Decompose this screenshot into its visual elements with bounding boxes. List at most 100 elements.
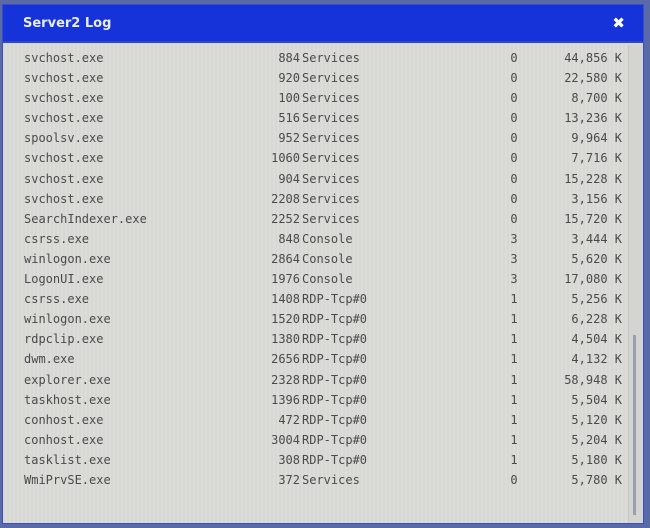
process-pid: 1408: [271, 292, 300, 307]
memory-usage: 13,236 K: [564, 111, 622, 126]
process-pid: 372: [278, 472, 300, 487]
session-name: RDP-Tcp#0: [302, 332, 368, 347]
memory-usage: 3,156 K: [571, 191, 622, 206]
memory-usage: 15,228 K: [564, 171, 622, 186]
process-pid: 904: [278, 171, 300, 186]
session-number: 0: [510, 111, 518, 126]
memory-usage: 3,444 K: [571, 231, 622, 246]
process-pid: 3004: [271, 432, 300, 447]
memory-usage: 5,256 K: [571, 292, 622, 307]
memory-usage: 9,964 K: [571, 131, 622, 146]
session-number: 1: [510, 392, 518, 407]
process-name: rdpclip.exe: [24, 332, 104, 347]
process-name: winlogon.exe: [24, 312, 111, 327]
session-number: 0: [510, 51, 518, 65]
process-name: svchost.exe: [24, 111, 104, 126]
session-number: 0: [510, 211, 518, 226]
memory-usage: 15,720 K: [564, 211, 622, 226]
session-name: RDP-Tcp#0: [302, 452, 368, 467]
session-number: 1: [510, 312, 518, 327]
session-name: Console: [302, 272, 353, 287]
session-number: 1: [510, 292, 518, 307]
session-name: RDP-Tcp#0: [302, 392, 368, 407]
process-pid: 952: [278, 131, 300, 146]
session-name: Services: [302, 171, 360, 186]
scrollbar-thumb[interactable]: [633, 335, 636, 515]
process-name: svchost.exe: [24, 71, 104, 86]
session-name: Services: [302, 111, 360, 126]
session-name: RDP-Tcp#0: [302, 292, 368, 307]
process-pid: 2328: [271, 372, 300, 387]
session-number: 0: [510, 151, 518, 166]
session-number: 1: [510, 332, 518, 347]
session-number: 3: [510, 231, 518, 246]
session-name: Services: [302, 51, 360, 65]
process-name: explorer.exe: [24, 372, 111, 387]
session-name: Services: [302, 71, 360, 86]
process-name: svchost.exe: [24, 151, 104, 166]
process-name: svchost.exe: [24, 91, 104, 106]
process-pid: 2252: [271, 211, 300, 226]
memory-usage: 5,204 K: [571, 432, 622, 447]
memory-usage: 5,780 K: [571, 472, 622, 487]
process-name: tasklist.exe: [24, 452, 111, 467]
log-window: Server2 Log ✖ svchost.exe 884 Services 0 44,…: [2, 4, 644, 524]
session-number: 3: [510, 251, 518, 266]
process-name: LogonUI.exe: [24, 272, 104, 287]
session-name: Services: [302, 211, 360, 226]
memory-usage: 58,948 K: [564, 372, 622, 387]
memory-usage: 4,504 K: [571, 332, 622, 347]
session-name: Services: [302, 151, 360, 166]
process-name: WmiPrvSE.exe: [24, 472, 111, 487]
session-number: 0: [510, 131, 518, 146]
process-name: taskhost.exe: [24, 392, 111, 407]
process-pid: 1380: [271, 332, 300, 347]
memory-usage: 5,620 K: [571, 251, 622, 266]
process-name: dwm.exe: [24, 352, 75, 367]
session-number: 0: [510, 171, 518, 186]
process-pid: 100: [278, 91, 300, 106]
title-bar[interactable]: Server2 Log ✖: [3, 5, 643, 43]
memory-usage: 5,120 K: [571, 412, 622, 427]
process-pid: 2656: [271, 352, 300, 367]
process-name: conhost.exe: [24, 432, 104, 447]
process-pid: 1396: [271, 392, 300, 407]
process-pid: 1060: [271, 151, 300, 166]
process-name: svchost.exe: [24, 51, 104, 65]
session-name: Services: [302, 91, 360, 106]
close-icon[interactable]: ✖: [612, 14, 625, 32]
process-name: conhost.exe: [24, 412, 104, 427]
window-title: Server2 Log: [23, 15, 112, 31]
session-name: Console: [302, 251, 353, 266]
session-number: 0: [510, 91, 518, 106]
memory-usage: 22,580 K: [564, 71, 622, 86]
memory-usage: 17,080 K: [564, 272, 622, 287]
memory-usage: 4,132 K: [571, 352, 622, 367]
session-name: RDP-Tcp#0: [302, 432, 368, 447]
memory-usage: 7,716 K: [571, 151, 622, 166]
process-name: csrss.exe: [24, 231, 90, 246]
session-name: RDP-Tcp#0: [302, 352, 368, 367]
memory-usage: 8,700 K: [571, 91, 622, 106]
session-number: 0: [510, 71, 518, 86]
log-content: svchost.exe 884 Services 0 44,856 Ksvchost.e…: [3, 45, 629, 523]
session-name: Services: [302, 472, 360, 487]
process-pid: 516: [278, 111, 300, 126]
process-pid: 472: [278, 412, 300, 427]
memory-usage: 5,504 K: [571, 392, 622, 407]
process-name: svchost.exe: [24, 191, 104, 206]
memory-usage: 44,856 K: [564, 51, 622, 65]
process-name: csrss.exe: [24, 292, 90, 307]
session-number: 1: [510, 372, 518, 387]
session-name: Services: [302, 191, 360, 206]
process-pid: 848: [278, 231, 300, 246]
process-pid: 920: [278, 71, 300, 86]
session-number: 0: [510, 191, 518, 206]
scrollbar[interactable]: [628, 45, 643, 523]
process-pid: 884: [278, 51, 300, 65]
session-number: 1: [510, 432, 518, 447]
process-pid: 2208: [271, 191, 300, 206]
session-name: Services: [302, 131, 360, 146]
process-name: winlogon.exe: [24, 251, 111, 266]
memory-usage: 6,228 K: [571, 312, 622, 327]
